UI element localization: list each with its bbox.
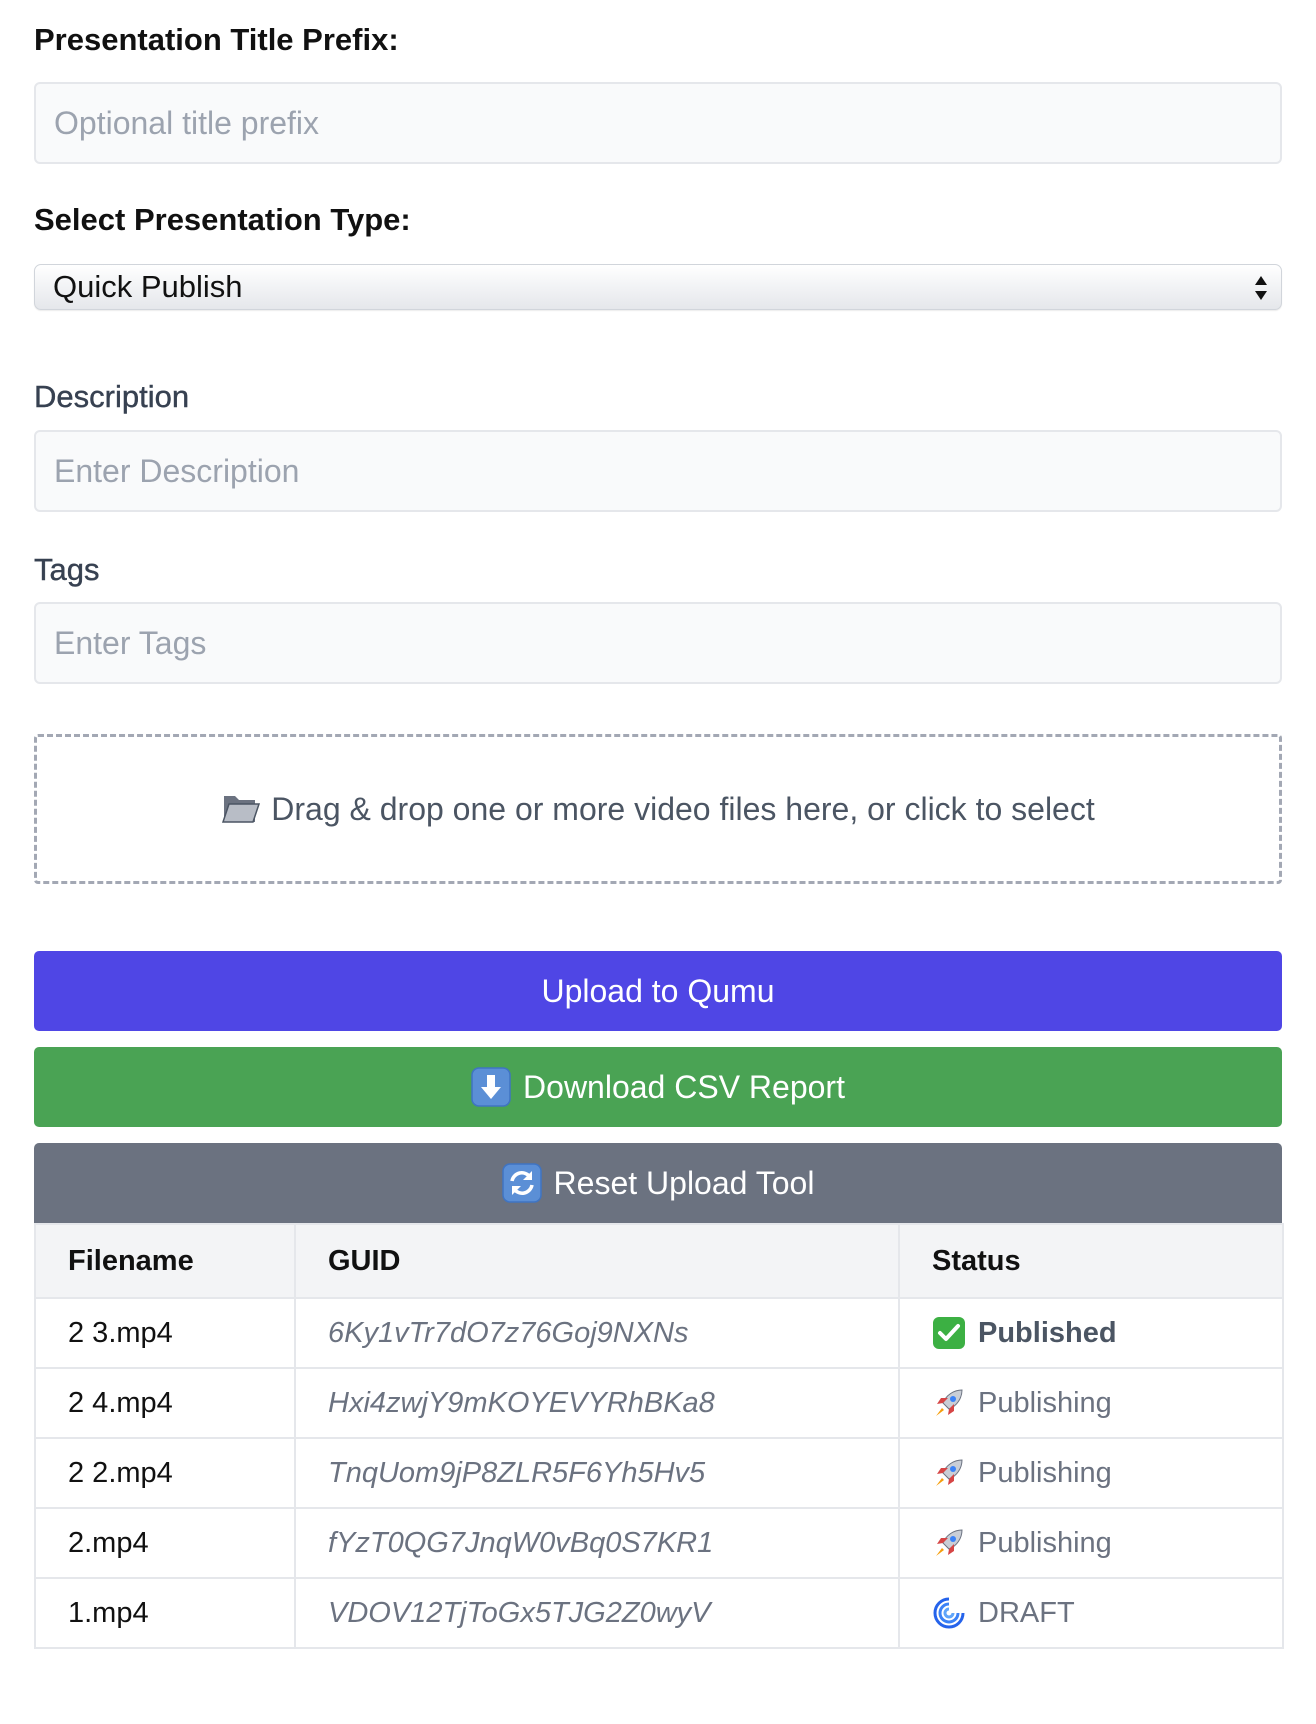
title-prefix-label: Presentation Title Prefix:: [34, 22, 399, 57]
title-prefix-input[interactable]: [36, 84, 1280, 162]
down-arrow-icon: [471, 1067, 511, 1107]
status-text: Publishing: [978, 1387, 1112, 1419]
status-text: DRAFT: [978, 1597, 1075, 1629]
upload-results-table: Filename GUID Status 2 3.mp4 6Ky1vTr7dO7…: [34, 1223, 1284, 1649]
presentation-type-value: Quick Publish: [53, 269, 243, 304]
cyclone-icon: [933, 1597, 965, 1629]
status-cell: DRAFT: [898, 1577, 1284, 1649]
guid-column-header: GUID: [294, 1223, 900, 1299]
description-field[interactable]: [34, 430, 1282, 512]
download-csv-button[interactable]: Download CSV Report: [34, 1047, 1282, 1127]
status-cell: Published: [898, 1297, 1284, 1369]
tags-field[interactable]: [34, 602, 1282, 684]
rocket-icon: [936, 1389, 963, 1416]
upload-button[interactable]: Upload to Qumu: [34, 951, 1282, 1031]
filename-cell: 1.mp4: [34, 1577, 296, 1649]
guid-cell: TnqUom9jP8ZLR5F6Yh5Hv5: [294, 1437, 900, 1509]
description-label: Description: [34, 379, 190, 414]
status-text: Publishing: [978, 1457, 1112, 1489]
file-dropzone[interactable]: Drag & drop one or more video files here…: [34, 734, 1282, 884]
rocket-icon: [936, 1529, 963, 1556]
table-row: 2 2.mp4 TnqUom9jP8ZLR5F6Yh5Hv5 Publishin…: [34, 1437, 1284, 1509]
guid-cell: fYzT0QG7JnqW0vBq0S7KR1: [294, 1507, 900, 1579]
reset-button-label: Reset Upload Tool: [553, 1164, 815, 1201]
presentation-type-select[interactable]: Quick Publish: [34, 264, 1282, 310]
rocket-icon: [936, 1459, 963, 1486]
refresh-icon: [501, 1163, 542, 1203]
guid-cell: Hxi4zwjY9mKOYEVYRhBKa8: [294, 1367, 900, 1439]
open-folder-icon: [222, 796, 261, 823]
filename-column-header: Filename: [34, 1223, 296, 1299]
table-row: 2.mp4 fYzT0QG7JnqW0vBq0S7KR1 Publishing: [34, 1507, 1284, 1579]
status-cell: Publishing: [898, 1367, 1284, 1439]
filename-cell: 2 4.mp4: [34, 1367, 296, 1439]
guid-cell: 6Ky1vTr7dO7z76Goj9NXNs: [294, 1297, 900, 1369]
guid-cell: VDOV12TjToGx5TJG2Z0wyV: [294, 1577, 900, 1649]
status-text: Published: [978, 1317, 1117, 1349]
filename-cell: 2 3.mp4: [34, 1297, 296, 1369]
status-text: Publishing: [978, 1527, 1112, 1559]
dropzone-text: Drag & drop one or more video files here…: [271, 791, 1095, 827]
download-button-label: Download CSV Report: [523, 1068, 845, 1105]
check-mark-icon: [933, 1317, 965, 1349]
description-input[interactable]: [36, 432, 1280, 510]
dropzone-content: Drag & drop one or more video files here…: [37, 790, 1279, 828]
table-row: 2 4.mp4 Hxi4zwjY9mKOYEVYRhBKa8 Publishin…: [34, 1367, 1284, 1439]
status-cell: Publishing: [898, 1507, 1284, 1579]
filename-cell: 2.mp4: [34, 1507, 296, 1579]
upload-button-label: Upload to Qumu: [541, 972, 775, 1009]
title-prefix-field[interactable]: [34, 82, 1282, 164]
tags-label: Tags: [34, 552, 100, 587]
status-column-header: Status: [898, 1223, 1284, 1299]
select-arrows-icon: [1255, 276, 1267, 300]
status-cell: Publishing: [898, 1437, 1284, 1509]
tags-input[interactable]: [36, 604, 1280, 682]
table-header-row: Filename GUID Status: [34, 1223, 1284, 1299]
reset-button[interactable]: Reset Upload Tool: [34, 1143, 1282, 1223]
presentation-type-label: Select Presentation Type:: [34, 202, 411, 237]
filename-cell: 2 2.mp4: [34, 1437, 296, 1509]
table-row: 2 3.mp4 6Ky1vTr7dO7z76Goj9NXNs Published: [34, 1297, 1284, 1369]
table-row: 1.mp4 VDOV12TjToGx5TJG2Z0wyV DRAFT: [34, 1577, 1284, 1649]
